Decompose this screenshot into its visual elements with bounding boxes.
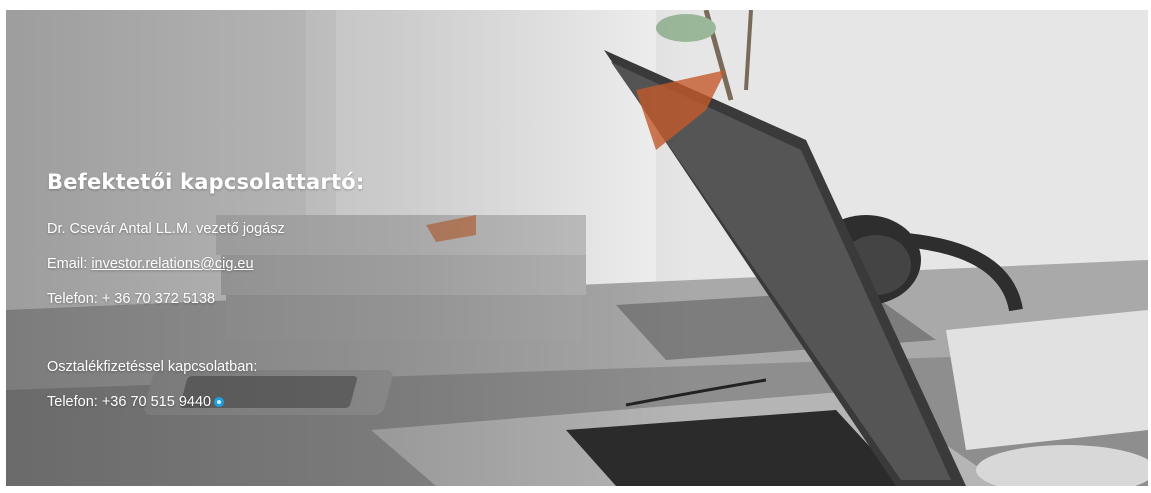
investor-contact-heading: Befektetői kapcsolattartó: xyxy=(47,170,365,194)
email-label: Email: xyxy=(47,256,92,272)
skype-call-icon[interactable] xyxy=(214,397,225,408)
dividend-phone-line: Telefon: +36 70 515 9440 xyxy=(47,393,364,411)
dividend-phone-text: Telefon: +36 70 515 9440 xyxy=(47,394,212,410)
contact-phone-line: Telefon: + 36 70 372 5138 xyxy=(47,291,216,307)
email-link[interactable]: investor.relations@cig.eu xyxy=(91,256,253,272)
contact-hero-section: Befektetői kapcsolattartó: Dr. Csevár An… xyxy=(6,10,1148,486)
contact-person-name: Dr. Csevár Antal LL.M. vezető jogász xyxy=(47,221,285,237)
contact-email-line: Email: investor.relations@cig.eu xyxy=(47,255,364,273)
dividend-contact-heading: Osztalékfizetéssel kapcsolatban: xyxy=(47,359,258,375)
investor-contact-block: Befektetői kapcsolattartó: Dr. Csevár An… xyxy=(47,170,364,428)
